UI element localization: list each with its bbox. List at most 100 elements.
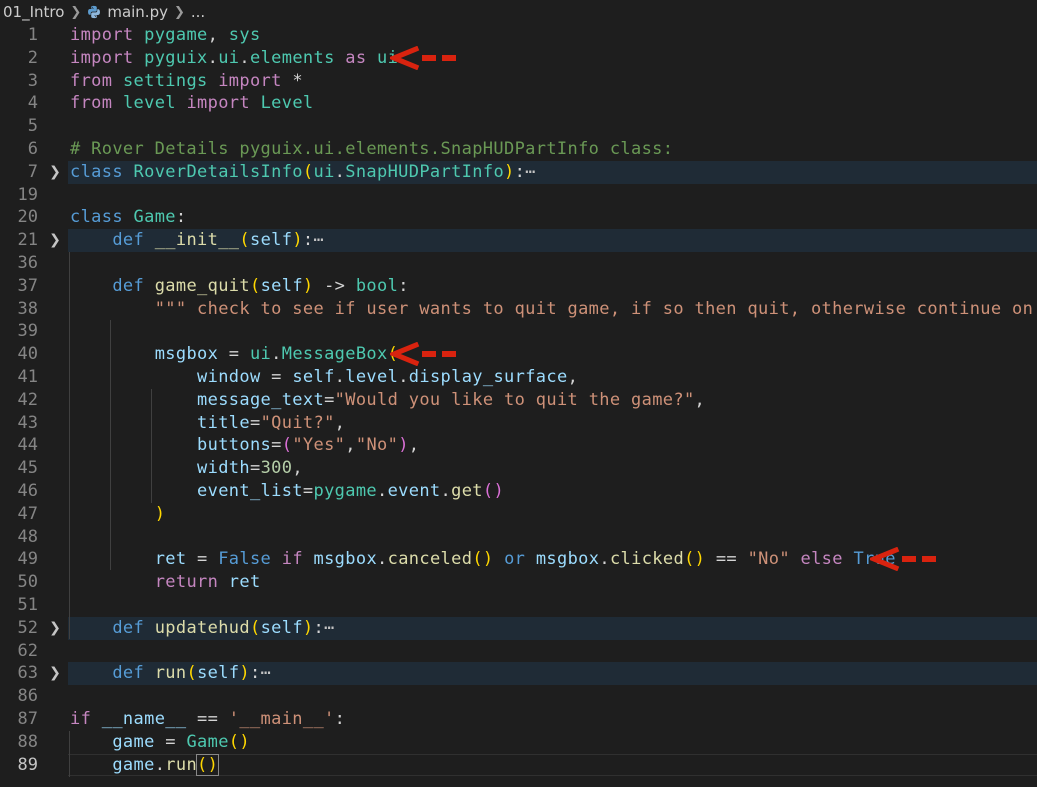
code-text: class RoverDetailsInfo(ui.SnapHUDPartInf… <box>70 161 536 184</box>
chevron-right-icon[interactable]: ❯ <box>48 662 62 685</box>
code-token: game <box>112 754 155 775</box>
code-line[interactable]: 37 def game_quit(self) -> bool: <box>0 275 1037 298</box>
line-number: 86 <box>17 686 38 707</box>
line-number: 3 <box>27 70 38 91</box>
code-token: title <box>197 412 250 433</box>
line-number: 4 <box>27 93 38 114</box>
code-line[interactable]: 6 # Rover Details pyguix.ui.elements.Snap… <box>0 138 1037 161</box>
code-token: = <box>260 367 293 387</box>
code-token: '__main__' <box>228 709 335 729</box>
code-line[interactable]: 45 width=300, <box>0 457 1037 480</box>
code-line[interactable]: 43 title="Quit?", <box>0 412 1037 435</box>
code-token: from <box>70 70 113 91</box>
line-number: 45 <box>17 458 38 479</box>
code-token: : <box>334 709 346 729</box>
code-line[interactable]: 40 msgbox = ui.MessageBox( <box>0 343 1037 366</box>
code-text: ) <box>70 503 165 526</box>
code-token: game <box>112 731 155 752</box>
code-token: () <box>472 549 494 570</box>
code-text: game.run() <box>70 753 220 777</box>
code-line[interactable]: 88 game = Game() <box>0 731 1037 754</box>
code-line[interactable]: 51 <box>0 594 1037 617</box>
code-token: ) <box>239 663 250 684</box>
code-line[interactable]: 2 import pyguix.ui.elements as ui <box>0 47 1037 70</box>
code-token: ( <box>302 161 314 182</box>
code-line[interactable]: 39 <box>0 320 1037 343</box>
line-number: 37 <box>17 275 38 296</box>
code-line[interactable]: 5 <box>0 115 1037 138</box>
code-line[interactable]: 47 ) <box>0 503 1037 526</box>
code-line[interactable]: 62 <box>0 640 1037 663</box>
code-token: == <box>705 549 748 570</box>
code-line[interactable]: 52 ❯ def updatehud(self):⋯ <box>0 616 1037 640</box>
code-text: from level import Level <box>70 92 314 115</box>
line-number: 2 <box>27 47 38 68</box>
code-line[interactable]: 63 ❯ def run(self):⋯ <box>0 662 1037 686</box>
code-token: ) <box>154 503 166 524</box>
code-token: , <box>207 25 229 45</box>
line-number: 62 <box>17 640 38 661</box>
chevron-right-icon[interactable]: ❯ <box>48 229 62 252</box>
code-token: () <box>196 753 220 776</box>
code-token: self <box>197 663 240 684</box>
line-number: 63 <box>17 663 38 684</box>
code-line[interactable]: 87 if __name__ == '__main__': <box>0 708 1037 731</box>
code-editor[interactable]: 1 import pygame, sys 2 import pyguix.ui.ele… <box>0 24 1037 787</box>
code-line[interactable]: 36 <box>0 252 1037 275</box>
code-token: ( <box>186 663 198 684</box>
breadcrumb-file[interactable]: main.py <box>107 3 168 21</box>
code-token: from <box>70 93 113 114</box>
code-token: ) <box>302 617 314 638</box>
code-token: ( <box>239 230 250 251</box>
breadcrumb-more[interactable]: ... <box>191 3 205 21</box>
code-line[interactable]: 48 <box>0 526 1037 549</box>
code-line[interactable]: 38 """ check to see if user wants to qui… <box>0 298 1037 321</box>
code-line[interactable]: 1 import pygame, sys <box>0 24 1037 47</box>
code-line[interactable]: 89 game.run() <box>0 753 1037 777</box>
code-token: : <box>250 663 261 684</box>
code-line[interactable]: 41 window = self.level.display_surface, <box>0 366 1037 389</box>
line-number: 46 <box>17 481 38 501</box>
code-token: = <box>186 549 219 570</box>
breadcrumb-folder[interactable]: 01_Intro <box>0 3 64 21</box>
code-line[interactable]: 46 event_list=pygame.event.get() <box>0 480 1037 503</box>
line-number: 19 <box>17 184 38 205</box>
code-line[interactable]: 86 <box>0 685 1037 708</box>
code-line[interactable]: 50 return ret <box>0 571 1037 594</box>
code-line[interactable]: 44 buttons=("Yes","No"), <box>0 434 1037 457</box>
code-line[interactable]: 7 ❯ class RoverDetailsInfo(ui.SnapHUDPartI… <box>0 160 1037 184</box>
code-line[interactable]: 20 class Game: <box>0 206 1037 229</box>
code-text: import pyguix.ui.elements as ui <box>70 47 398 70</box>
line-number: 89 <box>17 754 38 775</box>
code-text: event_list=pygame.event.get() <box>70 480 504 503</box>
code-token: "No" <box>355 435 399 456</box>
code-text: ret = False if msgbox.canceled() or msgb… <box>70 548 896 571</box>
chevron-right-icon[interactable]: ❯ <box>48 617 62 640</box>
line-number: 52 <box>17 617 38 638</box>
line-number: 88 <box>17 731 38 752</box>
code-token: : <box>398 275 409 296</box>
code-token: """ check to see if user wants to quit g… <box>154 298 1037 319</box>
code-line[interactable]: 19 <box>0 184 1037 207</box>
chevron-right-icon[interactable]: ❯ <box>48 161 62 184</box>
code-token: updatehud <box>154 617 250 638</box>
code-line[interactable]: 42 message_text="Would you like to quit … <box>0 389 1037 412</box>
code-token: : <box>175 207 187 228</box>
code-token: = <box>324 389 335 410</box>
code-text: buttons=("Yes","No"), <box>70 434 419 457</box>
code-token: , <box>694 389 706 410</box>
code-line[interactable]: 21 ❯ def __init__(self):⋯ <box>0 229 1037 252</box>
code-line[interactable]: 3 from settings import * <box>0 70 1037 93</box>
code-line[interactable]: 4 from level import Level <box>0 92 1037 115</box>
